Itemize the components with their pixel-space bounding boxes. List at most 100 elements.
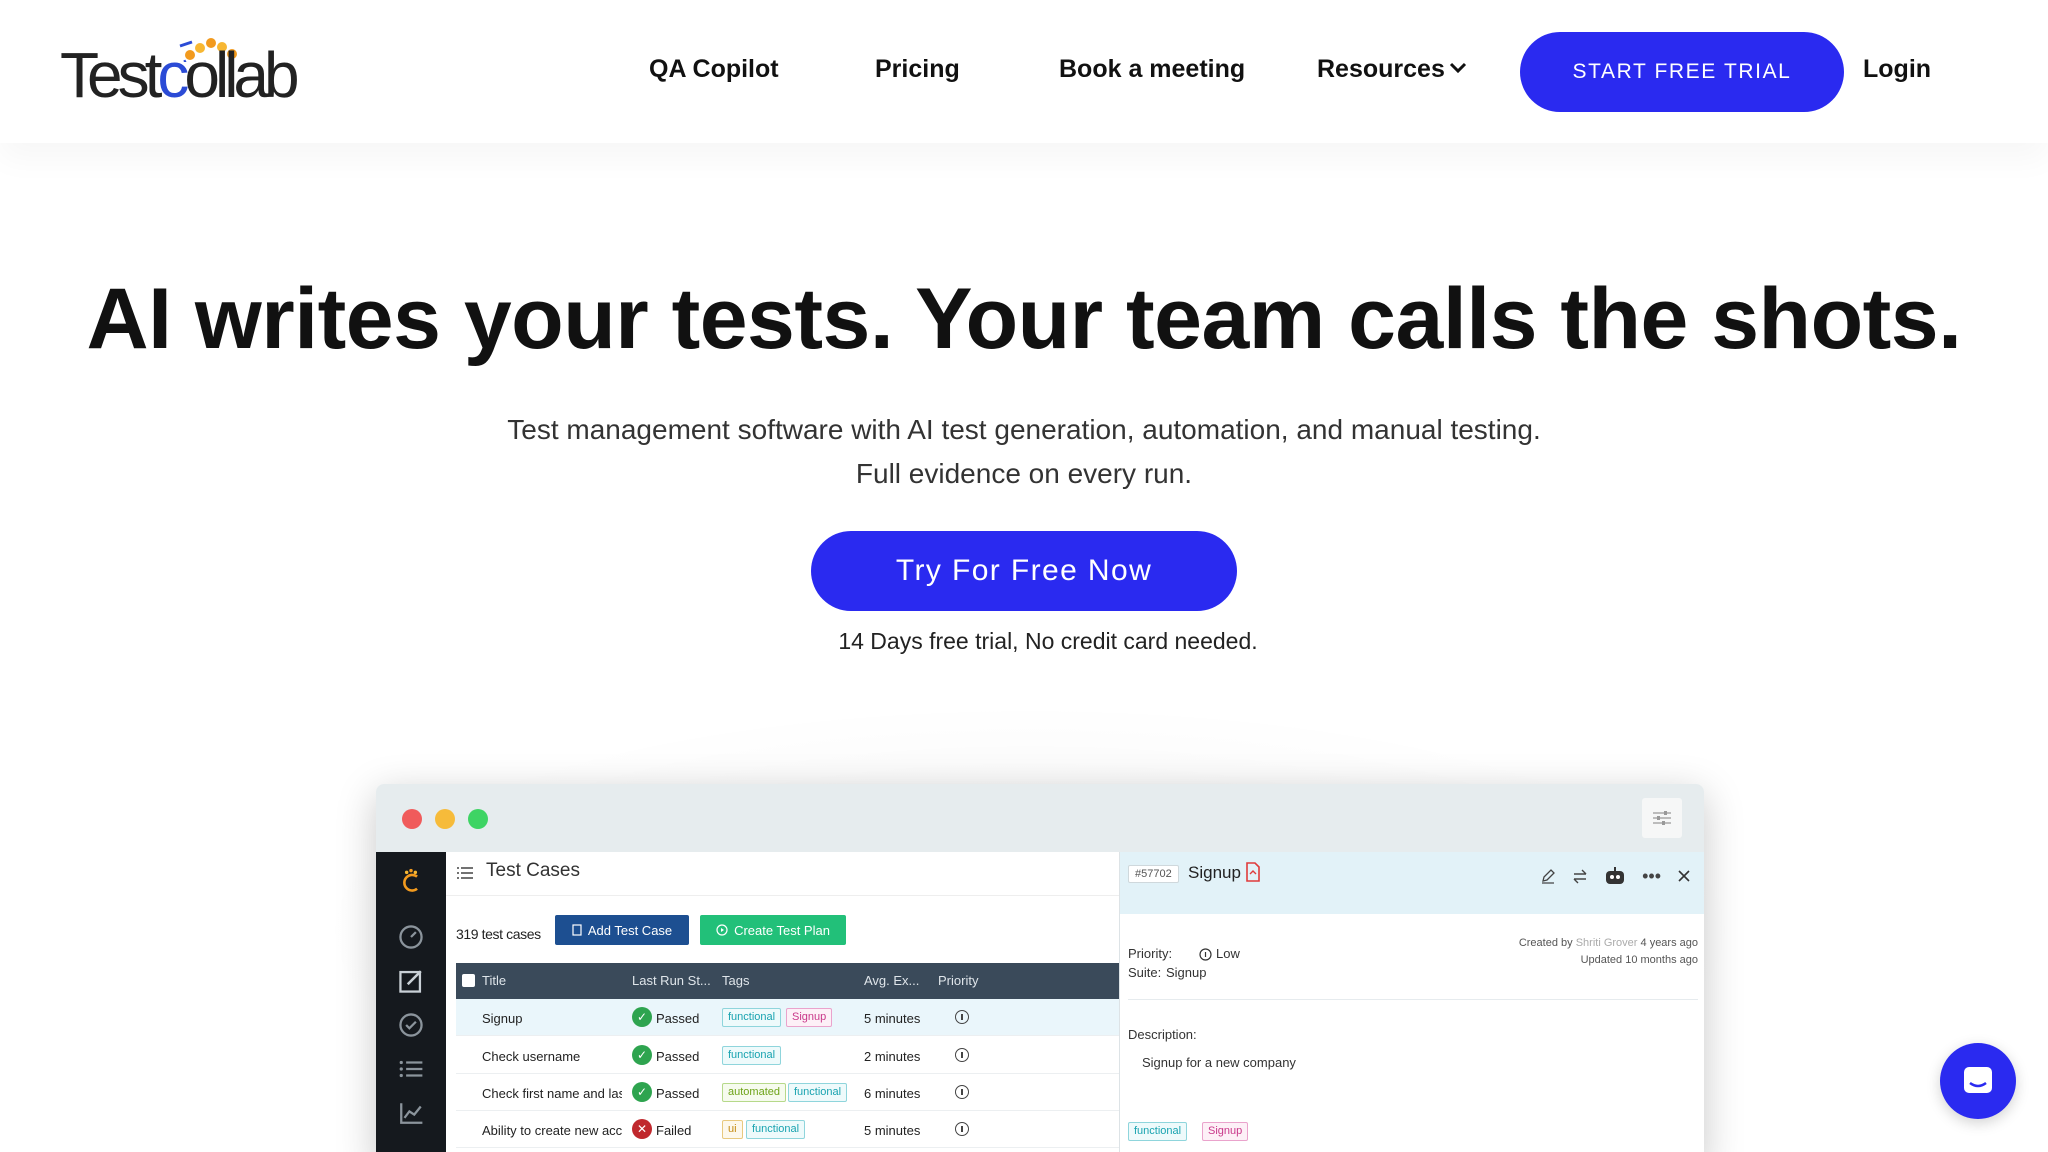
chat-widget-button[interactable] <box>1940 1043 2016 1119</box>
hero-subtitle-line1: Test management software with AI test ge… <box>507 414 1541 445</box>
test-case-detail-pane: #57702 Signup ••• Priority: Low Suite: S… <box>1119 852 1704 1152</box>
row-avg-time: 5 minutes <box>864 1123 921 1138</box>
table-header: Title Last Run St... Tags Avg. Ex... Pri… <box>456 963 1119 999</box>
table-row[interactable]: Ability to create new account ✕ Failed u… <box>456 1111 1119 1148</box>
sliders-icon[interactable] <box>1642 798 1682 838</box>
site-header: Testcollab QA Copilot Pricing Book a mee… <box>0 0 2048 143</box>
app-sidebar <box>376 852 446 1152</box>
pdf-icon[interactable] <box>1245 862 1261 882</box>
nav-login[interactable]: Login <box>1863 55 1931 84</box>
try-for-free-button[interactable]: Try For Free Now <box>811 531 1237 611</box>
maximize-dot-icon <box>468 809 488 829</box>
info-circle-icon <box>1199 948 1212 961</box>
more-options-icon[interactable]: ••• <box>1642 867 1661 885</box>
suite-value: Signup <box>1166 965 1207 980</box>
created-info: Created by Shriti Grover 4 years ago <box>1518 937 1698 949</box>
row-title: Ability to create new account <box>482 1123 622 1138</box>
app-logo-icon[interactable] <box>398 868 424 894</box>
row-status: Failed <box>656 1123 692 1138</box>
test-case-count: 319 test cases <box>456 926 541 942</box>
row-avg-time: 2 minutes <box>864 1049 921 1064</box>
description-label: Description: <box>1128 1027 1197 1042</box>
table-row[interactable]: Check first name and last nai ✓ Passed a… <box>456 1074 1119 1111</box>
row-status: Passed <box>656 1086 700 1101</box>
test-case-id-badge: #57702 <box>1128 865 1179 883</box>
testcollab-logo[interactable]: Testcollab <box>60 38 320 110</box>
row-avg-time: 5 minutes <box>864 1011 921 1026</box>
detail-tag: Signup <box>1202 1122 1249 1141</box>
close-icon[interactable] <box>1677 869 1691 883</box>
edit-icon[interactable] <box>398 968 424 994</box>
table-row[interactable]: Check username ✓ Passed functional 2 min… <box>456 1037 1119 1074</box>
nav-pricing[interactable]: Pricing <box>875 55 960 84</box>
tag: functional <box>722 1008 782 1027</box>
divider <box>1128 999 1698 1000</box>
column-title[interactable]: Title <box>482 973 506 988</box>
document-icon <box>572 924 582 936</box>
priority-info-icon <box>955 1010 969 1024</box>
priority-value: Low <box>1216 946 1240 961</box>
priority-info-icon <box>955 1085 969 1099</box>
priority-info-icon <box>955 1122 969 1136</box>
detail-header: #57702 Signup ••• <box>1120 852 1704 914</box>
edit-icon[interactable] <box>1540 868 1556 884</box>
dashboard-icon[interactable] <box>398 924 424 950</box>
logo-wordmark: Testcollab <box>60 39 300 111</box>
robot-icon[interactable] <box>1604 866 1626 886</box>
passed-icon: ✓ <box>632 1007 652 1027</box>
row-avg-time: 6 minutes <box>864 1086 921 1101</box>
hero-title: AI writes your tests. Your team calls th… <box>86 271 1962 367</box>
add-test-case-label: Add Test Case <box>587 922 673 938</box>
tag: ui <box>722 1120 743 1139</box>
test-cases-header: Test Cases <box>446 852 1119 896</box>
tag: functional <box>788 1083 848 1102</box>
nav-qa-copilot[interactable]: QA Copilot <box>649 55 779 84</box>
tag: functional <box>746 1120 806 1139</box>
updated-info: Updated 10 months ago <box>1580 954 1698 966</box>
row-title: Signup <box>482 1011 523 1026</box>
chat-icon <box>1964 1067 1992 1093</box>
play-circle-icon <box>716 924 728 936</box>
minimize-dot-icon <box>435 809 455 829</box>
detail-actions: ••• <box>1540 866 1691 886</box>
column-priority[interactable]: Priority <box>938 973 978 988</box>
close-dot-icon <box>402 809 422 829</box>
priority-info-icon <box>955 1048 969 1062</box>
description-text: Signup for a new company <box>1142 1055 1296 1070</box>
create-test-plan-label: Create Test Plan <box>734 922 830 938</box>
nav-book-meeting[interactable]: Book a meeting <box>1059 55 1245 84</box>
detail-tag: functional <box>1128 1122 1188 1141</box>
table-row[interactable]: Signup ✓ Passed functional Signup 5 minu… <box>456 999 1119 1036</box>
test-cases-title: Test Cases <box>486 860 580 881</box>
detail-title: Signup <box>1188 863 1241 882</box>
start-free-trial-button[interactable]: START FREE TRIAL <box>1520 32 1844 112</box>
row-status: Passed <box>656 1011 700 1026</box>
failed-icon: ✕ <box>632 1119 652 1139</box>
chart-icon[interactable] <box>398 1100 424 1126</box>
passed-icon: ✓ <box>632 1082 652 1102</box>
nav-resources[interactable]: Resources <box>1317 55 1467 84</box>
window-titlebar <box>376 784 1704 852</box>
tag: Signup <box>786 1008 833 1027</box>
create-test-plan-button[interactable]: Create Test Plan <box>700 915 846 945</box>
add-test-case-button[interactable]: Add Test Case <box>555 915 689 945</box>
check-circle-icon[interactable] <box>398 1012 424 1038</box>
suite-label: Suite: <box>1128 965 1162 980</box>
app-preview-window: Test Cases 319 test cases Add Test Case … <box>376 784 1704 1152</box>
swap-icon[interactable] <box>1572 868 1588 884</box>
test-cases-pane: Test Cases 319 test cases Add Test Case … <box>446 852 1119 1152</box>
column-last-run-status[interactable]: Last Run St... <box>632 973 711 988</box>
column-tags[interactable]: Tags <box>722 973 749 988</box>
chevron-down-icon <box>1449 63 1466 74</box>
list-icon[interactable] <box>398 1056 424 1082</box>
hero-subtitle-line2: Full evidence on every run. <box>855 458 1193 489</box>
priority-label: Priority: <box>1128 946 1173 961</box>
trial-note: 14 Days free trial, No credit card neede… <box>838 628 1258 654</box>
nav-resources-label: Resources <box>1317 55 1445 83</box>
column-avg-execution[interactable]: Avg. Ex... <box>864 973 919 988</box>
menu-icon[interactable] <box>456 865 474 881</box>
select-all-checkbox[interactable] <box>462 974 475 987</box>
passed-icon: ✓ <box>632 1045 652 1065</box>
row-title: Check username <box>482 1049 581 1064</box>
tag: automated <box>722 1083 786 1102</box>
